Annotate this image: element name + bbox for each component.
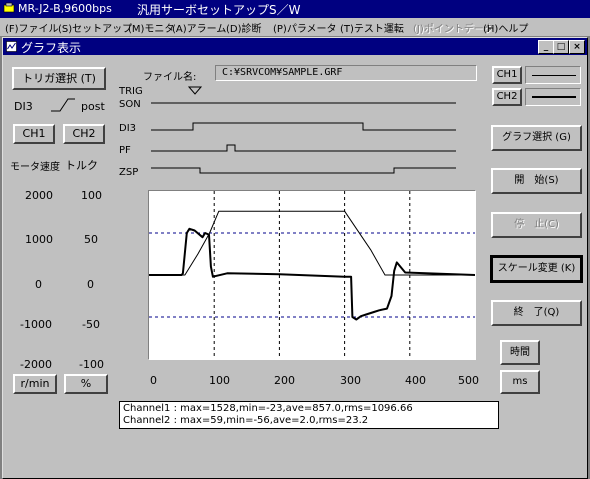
time-unit-button[interactable]: ms: [500, 370, 540, 394]
close-button[interactable]: ×: [569, 40, 585, 54]
zsp-trace: [151, 167, 456, 174]
menu-diagnosis[interactable]: (D)診断: [226, 20, 262, 35]
menu-file[interactable]: (F)ファイル: [5, 20, 59, 35]
ch1-button[interactable]: CH1: [13, 124, 55, 144]
menu-monitor[interactable]: (M)モニタ: [128, 20, 174, 35]
app-titlebar: MR-J2-B,9600bps 汎用サーボセットアップS／W: [0, 0, 590, 18]
legend-ch1-line: [525, 66, 581, 84]
right-tick-label: 50: [84, 233, 98, 246]
trigger-marker-icon: [188, 86, 202, 95]
left-tick-label: -2000: [20, 358, 52, 371]
signal-timing-area: [151, 102, 456, 174]
start-button[interactable]: 開 始(S): [491, 168, 582, 194]
stop-button[interactable]: 停 止(C): [491, 212, 582, 238]
time-label-box: 時間: [500, 340, 540, 365]
x-tick-label: 0: [150, 374, 157, 387]
waveform-plot: [148, 190, 476, 360]
rising-edge-icon: [51, 98, 75, 112]
ch2-button[interactable]: CH2: [63, 124, 105, 144]
menu-alarm[interactable]: (A)アラーム: [172, 20, 226, 35]
maximize-button[interactable]: □: [553, 40, 569, 54]
trigger-select-button[interactable]: トリガ選択 (T): [12, 67, 106, 90]
torque-unit-button[interactable]: %: [64, 374, 108, 394]
statistics-box: Channel1 : max=1528,min=-23,ave=857.0,rm…: [119, 401, 499, 429]
right-axis-title: トルク: [65, 159, 98, 172]
left-axis-title: モータ速度: [10, 162, 60, 173]
legend-ch1-button[interactable]: CH1: [492, 66, 522, 84]
graph-window-icon: [6, 41, 17, 52]
menu-parameter[interactable]: (P)パラメータ: [273, 20, 337, 35]
graph-window-titlebar: グラフ表示 _ □ ×: [3, 38, 587, 55]
file-name-field: C:¥SRVCOM¥SAMPLE.GRF: [215, 65, 477, 81]
menu-setup[interactable]: (S)セットアップ: [58, 20, 132, 35]
x-tick-label: 100: [209, 374, 230, 387]
menu-test-run[interactable]: (T)テスト運転: [340, 20, 404, 35]
trigger-edge-label: post: [81, 100, 105, 113]
right-tick-label: 0: [87, 278, 94, 291]
left-tick-label: 2000: [25, 189, 53, 202]
minimize-button[interactable]: _: [538, 40, 554, 54]
x-tick-label: 500: [458, 374, 479, 387]
menu-point-data[interactable]: (J)ポイントデータ: [413, 20, 494, 35]
channel2-stats: Channel2 : max=59,min=-56,ave=2.0,rms=23…: [123, 415, 369, 426]
pf-trace: [151, 144, 456, 152]
x-tick-label: 400: [405, 374, 426, 387]
app-icon: [3, 2, 15, 13]
signal-label-son: SON: [119, 99, 141, 110]
graph-window: グラフ表示 _ □ × トリガ選択 (T) DI3 post CH1 CH2 モ…: [2, 37, 588, 479]
end-button[interactable]: 終 了(Q): [491, 300, 582, 326]
legend-ch2-line: [525, 88, 581, 106]
menu-bar: (F)ファイル (S)セットアップ (M)モニタ (A)アラーム (D)診断 (…: [0, 18, 590, 36]
graph-select-button[interactable]: グラフ選択 (G): [491, 125, 582, 151]
right-tick-label: -50: [82, 318, 100, 331]
window-title: 汎用サーボセットアップS／W: [137, 3, 301, 17]
left-tick-label: 1000: [25, 233, 53, 246]
speed-unit-button[interactable]: r/min: [13, 374, 57, 394]
di3-trace: [151, 122, 456, 131]
scale-change-button[interactable]: スケール変更 (K): [490, 255, 583, 283]
file-name-label: ファイル名:: [143, 72, 197, 83]
left-tick-label: 0: [35, 278, 42, 291]
left-tick-label: -1000: [20, 318, 52, 331]
legend-ch2-button[interactable]: CH2: [492, 88, 522, 106]
signal-label-zsp: ZSP: [119, 167, 139, 178]
app-info: MR-J2-B,9600bps: [18, 2, 112, 15]
right-tick-label: 100: [81, 189, 102, 202]
x-tick-label: 300: [340, 374, 361, 387]
channel1-stats: Channel1 : max=1528,min=-23,ave=857.0,rm…: [123, 403, 413, 414]
x-tick-label: 200: [274, 374, 295, 387]
trigger-signal-label: DI3: [14, 100, 33, 113]
signal-label-di3: DI3: [119, 123, 137, 134]
graph-window-title: グラフ表示: [21, 41, 82, 55]
menu-help[interactable]: (H)ヘルプ: [483, 20, 528, 35]
trig-label: TRIG: [119, 86, 143, 97]
right-tick-label: -100: [79, 358, 104, 371]
signal-label-pf: PF: [119, 145, 131, 156]
